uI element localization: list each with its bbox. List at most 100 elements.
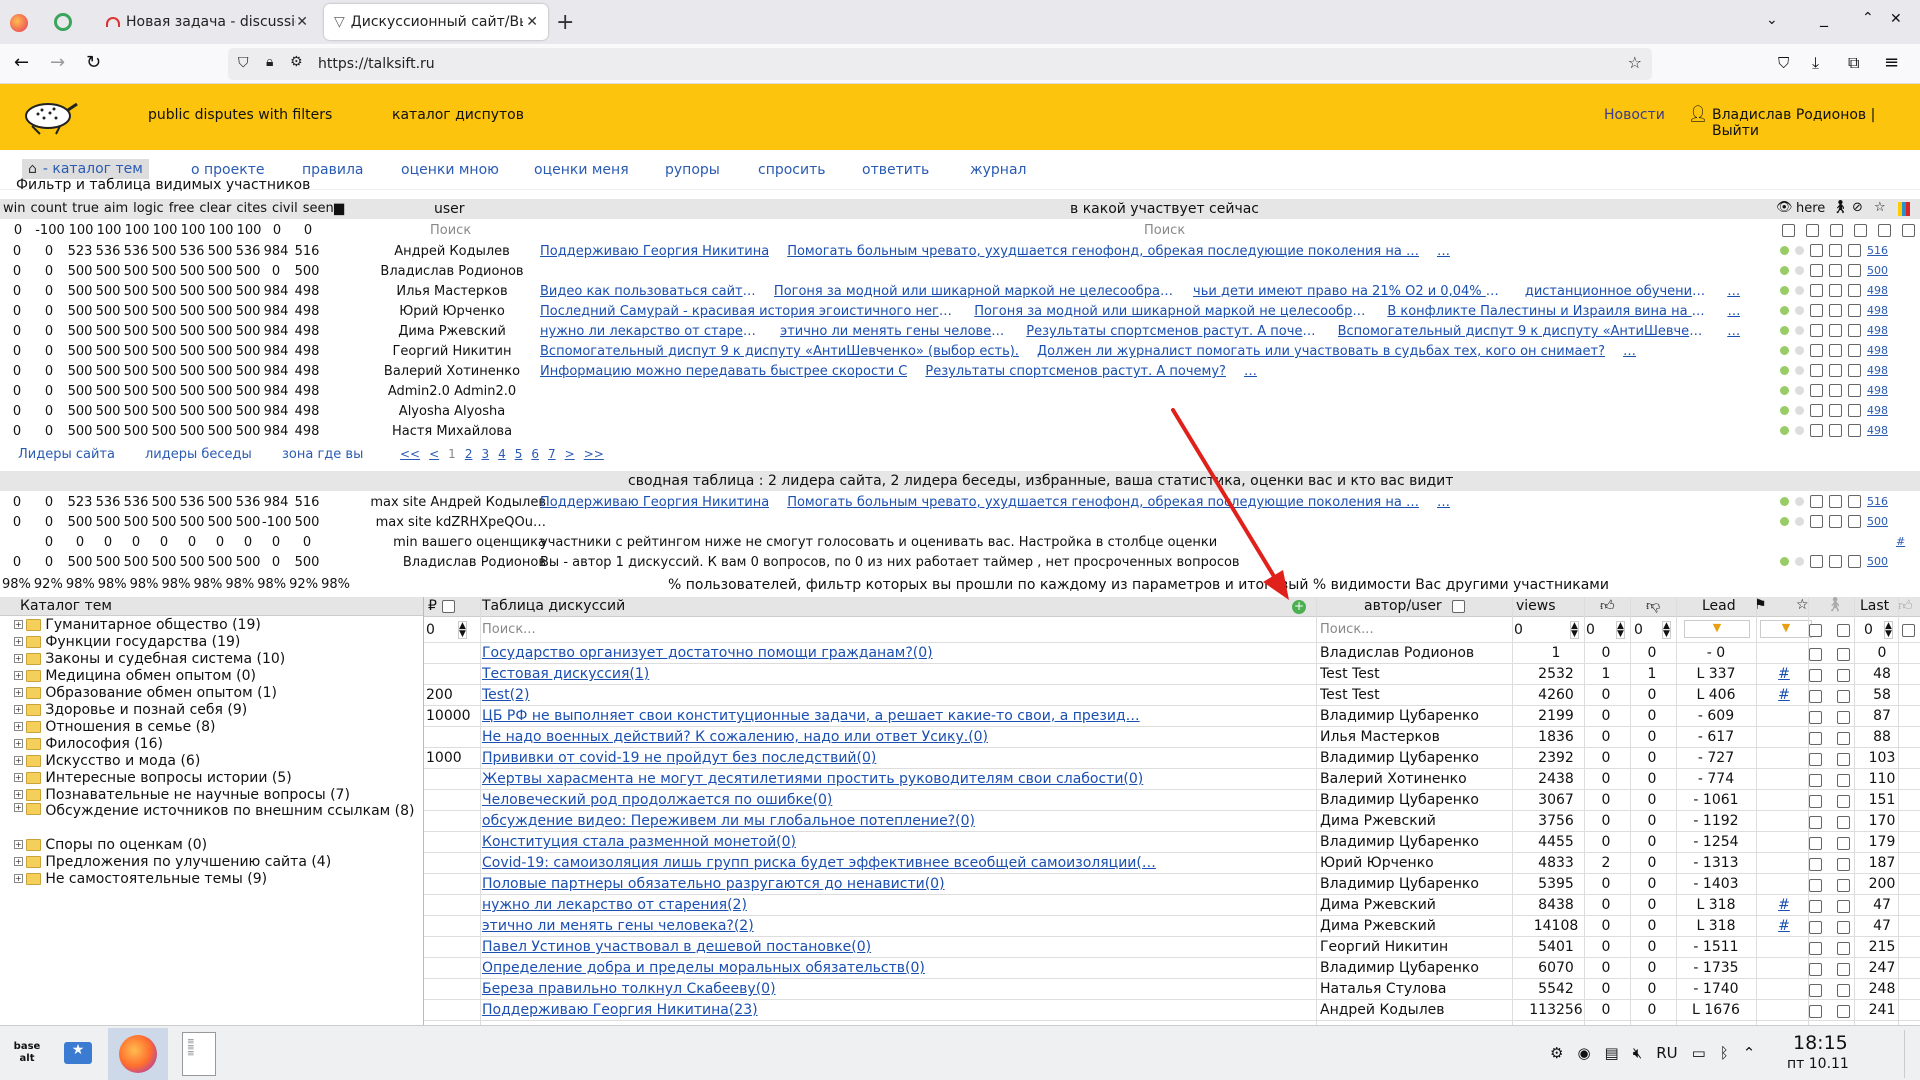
tree-item[interactable]: + Образование обмен опытом (1) — [0, 684, 423, 701]
score-link[interactable]: 500 — [1867, 515, 1893, 528]
expand-icon[interactable]: + — [14, 722, 23, 731]
pager-link[interactable]: 4 — [498, 447, 506, 461]
checkbox[interactable] — [1836, 983, 1850, 997]
author-name[interactable]: Владимир Цубаренко — [1320, 708, 1508, 724]
tree-item[interactable]: + Отношения в семье (8) — [0, 718, 423, 735]
firefox-taskbar-icon[interactable] — [108, 1028, 168, 1080]
checkbox[interactable] — [1848, 495, 1861, 508]
user-name[interactable]: Валерий Хотиненко — [358, 364, 546, 379]
spinner-icon[interactable]: ▲ ▼ — [1884, 621, 1893, 639]
filter-header-cites[interactable]: cites — [236, 201, 267, 216]
checkbox[interactable] — [1810, 284, 1823, 297]
score-link[interactable]: 516 — [1867, 495, 1893, 508]
pager-link[interactable]: >> — [584, 447, 604, 461]
checkbox[interactable] — [1829, 515, 1842, 528]
expand-icon[interactable]: + — [14, 654, 23, 663]
score-link[interactable]: 498 — [1867, 324, 1893, 337]
filter-value-input[interactable]: 100 — [123, 223, 151, 238]
author-name[interactable]: Владимир Цубаренко — [1320, 750, 1508, 766]
score-link[interactable]: 498 — [1867, 344, 1893, 357]
eye-icon[interactable]: 👁︎ — [1776, 200, 1793, 215]
checkbox[interactable] — [1836, 941, 1850, 955]
checkbox[interactable] — [1808, 623, 1822, 637]
expand-icon[interactable]: + — [14, 620, 23, 629]
checkbox[interactable] — [1808, 962, 1822, 976]
checkbox[interactable] — [1848, 404, 1861, 417]
discussion-title-link[interactable]: Человеческий род продолжается по ошибке(… — [482, 792, 1330, 808]
checkbox[interactable] — [1836, 794, 1850, 808]
author-name[interactable]: Илья Мастерков — [1320, 729, 1508, 745]
discussion-link[interactable]: чьи дети имеют право на 21% O2 и 0,04% C… — [1193, 284, 1507, 299]
discussion-link[interactable]: … — [1727, 324, 1740, 339]
checkbox[interactable] — [1836, 962, 1850, 976]
thumbs-up-icon[interactable]: 👍︎ — [1898, 597, 1913, 614]
maximize-window-icon[interactable]: ⌃ — [1862, 10, 1874, 26]
tree-item[interactable]: + Интересные вопросы истории (5) — [0, 769, 423, 786]
nav-about[interactable]: о проекте — [191, 162, 264, 178]
discussion-link[interactable]: Поддерживаю Георгия Никитина — [540, 244, 769, 259]
tree-item-label[interactable]: Обсуждение источников по внешним ссылкам… — [45, 803, 423, 819]
tree-item[interactable]: + Функции государства (19) — [0, 633, 423, 650]
checkbox[interactable] — [1829, 555, 1842, 568]
discussion-link[interactable]: Результаты спортсменов растут. А почему? — [925, 364, 1226, 379]
discussion-title-link[interactable]: Павел Устинов участвовал в дешевой поста… — [482, 939, 1330, 955]
firefox-menu-icon[interactable] — [10, 14, 28, 32]
checkbox[interactable] — [1854, 224, 1867, 237]
show-desktop-button[interactable] — [1904, 1030, 1918, 1078]
tree-item[interactable]: + Не самостоятельные темы (9) — [0, 870, 423, 887]
spinner-icon[interactable]: ▲ ▼ — [1616, 621, 1625, 639]
discussion-title-link[interactable]: Государство организует достаточно помощи… — [482, 645, 1330, 661]
tree-item-label[interactable]: Предложения по улучшению сайта (4) — [45, 854, 423, 870]
person-icon[interactable]: 🚶︎ — [1832, 200, 1849, 215]
discussion-link[interactable]: Результаты спортсменов растут. А почему? — [1026, 324, 1319, 339]
person-icon[interactable]: 🚶︎ — [1826, 597, 1844, 613]
tree-item[interactable]: + Гуманитарное общество (19) — [0, 616, 423, 633]
author-name[interactable]: Георгий Никитин — [1320, 939, 1508, 955]
reload-icon[interactable]: ↻ — [86, 52, 101, 73]
checkbox[interactable] — [1848, 384, 1861, 397]
update-icon[interactable]: ◉ — [1577, 1044, 1590, 1062]
lock-icon[interactable]: 🔒︎ — [266, 54, 273, 70]
ruble-checkbox[interactable] — [442, 600, 455, 613]
site-leaders-link[interactable]: Лидеры сайта — [18, 447, 115, 462]
news-link[interactable]: Новости — [1604, 107, 1665, 123]
tab-new-task[interactable]: Новая задача - discussion ✕ — [96, 4, 318, 40]
checkbox[interactable] — [1808, 941, 1822, 955]
user-name[interactable]: Илья Мастерков — [358, 284, 546, 299]
score-link[interactable]: 498 — [1867, 424, 1893, 437]
up-filter-input[interactable]: 0 — [1586, 622, 1595, 638]
checkbox[interactable] — [1808, 773, 1822, 787]
title-search-input[interactable]: Поиск... — [482, 622, 536, 637]
checkbox[interactable] — [1836, 857, 1850, 871]
checkbox[interactable] — [1836, 773, 1850, 787]
tree-item-label[interactable]: Философия (16) — [45, 736, 423, 752]
discussion-title-link[interactable]: ЦБ РФ не выполняет свои конституционные … — [482, 708, 1330, 724]
expand-icon[interactable]: + — [14, 857, 23, 866]
tree-item-label[interactable]: Интересные вопросы истории (5) — [45, 770, 423, 786]
tree-item[interactable]: + Предложения по улучшению сайта (4) — [0, 853, 423, 870]
pager-link[interactable]: 6 — [531, 447, 539, 461]
expand-icon[interactable]: + — [14, 671, 23, 680]
discussion-link[interactable]: Помогать больным чревато, ухудшается ген… — [787, 244, 1419, 259]
score-link[interactable]: 498 — [1867, 404, 1893, 417]
checkbox[interactable] — [1848, 515, 1861, 528]
checkbox[interactable] — [1829, 424, 1842, 437]
filter-header-seen[interactable]: seen — [303, 201, 334, 216]
author-search-input[interactable]: Поиск... — [1320, 622, 1374, 637]
checkbox[interactable] — [1829, 404, 1842, 417]
pocket-icon[interactable]: ⛉ — [1778, 54, 1789, 72]
filter-value-input[interactable]: 100 — [151, 223, 179, 238]
author-name[interactable]: Владислав Родионов — [1320, 645, 1508, 661]
back-icon[interactable]: ← — [14, 52, 29, 73]
filter-value-input[interactable]: -100 — [33, 223, 67, 238]
checkbox[interactable] — [1836, 668, 1850, 682]
author-name[interactable]: Владимир Цубаренко — [1320, 876, 1508, 892]
filter-header-count[interactable]: count — [30, 201, 67, 216]
score-link[interactable]: 498 — [1867, 304, 1893, 317]
discussion-title-link[interactable]: Определение добра и пределы моральных об… — [482, 960, 1330, 976]
tree-item[interactable]: + Здоровье и познай себя (9) — [0, 701, 423, 718]
checkbox[interactable] — [1808, 857, 1822, 871]
score-link[interactable]: 500 — [1867, 555, 1893, 568]
tree-item-label[interactable]: Законы и судебная система (10) — [45, 651, 423, 667]
checkbox[interactable] — [1829, 495, 1842, 508]
